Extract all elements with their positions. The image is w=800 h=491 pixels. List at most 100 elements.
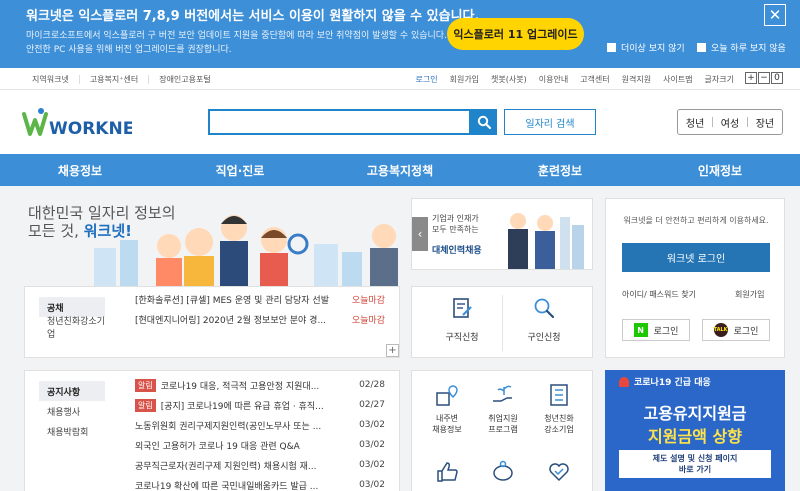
siren-icon bbox=[619, 376, 629, 387]
worknet-logo[interactable]: WORKNET bbox=[22, 106, 146, 140]
target-youth[interactable]: 청년 bbox=[686, 115, 704, 130]
nav-training[interactable]: 훈련정보 bbox=[480, 154, 640, 186]
font-decrease-button[interactable]: − bbox=[758, 72, 770, 84]
hire-apply-label: 구인신청 bbox=[527, 333, 561, 343]
link-employment-welfare-center[interactable]: 고용복지⁺센터 bbox=[80, 74, 150, 84]
close-icon[interactable]: ✕ bbox=[764, 4, 786, 26]
notice-row[interactable]: 외국인 고용허가 코로나 19 대응 관련 Q&A 03/02 bbox=[135, 435, 385, 455]
notice-row[interactable]: 노동위원회 권리구제지원인력(공인노무사 또는 ... 03/02 bbox=[135, 415, 385, 435]
hand-sprout-icon bbox=[493, 385, 512, 402]
login-panel: 워크넷을 더 안전하고 편리하게 이용하세요. 워크넷 로그인 아이디/ 패스워… bbox=[605, 198, 785, 358]
tab-youth-friendly[interactable]: 청년친화강소기업 bbox=[39, 317, 105, 340]
notice-row[interactable]: 코로나19 확산에 따른 국민내일배움카드 발급 ... 03/02 bbox=[135, 475, 385, 491]
ie-upgrade-button[interactable]: 익스플로러 11 업그레이드 bbox=[447, 18, 584, 50]
chevron-left-icon[interactable]: ‹ bbox=[412, 217, 428, 251]
service-employment-programs[interactable]: 취업지원 프로그램 bbox=[476, 383, 530, 435]
join-link[interactable]: 회원가입 bbox=[735, 289, 764, 300]
font-increase-button[interactable]: + bbox=[745, 72, 757, 84]
member-links: 로그인 회원가입 챗봇(사봇) 이용안내 고객센터 원격지원 사이트맵 글자크기 bbox=[410, 68, 741, 90]
link-remote-support[interactable]: 원격지원 bbox=[616, 74, 657, 85]
notice-title[interactable]: 공무직근로자(권리구제 지원인력) 채용시험 재... bbox=[135, 459, 347, 472]
promo-banner[interactable]: ‹ 기업과 인재가 모두 만족하는 대체인력채용 bbox=[411, 198, 593, 270]
notice-description: 마이크로소프트에서 익스플로러 구 버전 보안 업데이트 지원을 중단함에 따라… bbox=[26, 29, 447, 57]
covid-banner[interactable]: 코로나19 긴급 대응 고용유지지원금 지원금액 상향 제도 설명 및 신청 페… bbox=[605, 370, 785, 491]
service-youth-companies[interactable]: 청년친화 강소기업 bbox=[532, 383, 586, 435]
notice-date: 02/27 bbox=[359, 400, 385, 410]
heart-check-icon bbox=[549, 463, 569, 482]
link-guide[interactable]: 이용안내 bbox=[533, 74, 574, 85]
recruit-title[interactable]: [현대엔지니어링] 2020년 2월 정보보안 분야 경... bbox=[135, 313, 341, 326]
notice-title: 워크넷은 익스플로러 7,8,9 버전에서는 서비스 이용이 원활하지 않을 수… bbox=[26, 9, 480, 24]
notice-date: 03/02 bbox=[359, 480, 385, 490]
service-label: 프로그램 bbox=[488, 425, 518, 434]
more-button[interactable]: + bbox=[386, 344, 399, 357]
no-more-checkbox[interactable]: 더이상 보지 않기 bbox=[607, 41, 685, 54]
nav-welfare-policy[interactable]: 고용복지정책 bbox=[320, 154, 480, 186]
search-button[interactable] bbox=[471, 109, 497, 135]
job-search-button[interactable]: 일자리 검색 bbox=[504, 109, 596, 135]
apply-panel: 구직신청 구인신청 bbox=[411, 286, 593, 358]
search-icon bbox=[477, 115, 491, 129]
link-chatbot[interactable]: 챗봇(사봇) bbox=[485, 74, 533, 85]
naver-icon: N bbox=[633, 323, 648, 337]
service-nearby-jobs[interactable]: 내주변 채용정보 bbox=[420, 383, 474, 435]
notice-date: 02/28 bbox=[359, 380, 385, 390]
services-panel: 내주변 채용정보 취업지원 프로그램 청년친화 강소기업 bbox=[411, 370, 593, 491]
notice-title[interactable]: 외국인 고용허가 코로나 19 대응 관련 Q&A bbox=[135, 439, 347, 452]
recruit-row[interactable]: [현대엔지니어링] 2020년 2월 정보보안 분야 경... 오늘마감 bbox=[135, 309, 385, 329]
covid-link-box[interactable]: 제도 설명 및 신청 페이지 바로 가기 bbox=[619, 450, 771, 478]
covid-header: 코로나19 긴급 대응 bbox=[619, 375, 711, 388]
notice-title[interactable]: 코로나19 대응, 적극적 고용안정 지원대... bbox=[161, 379, 347, 392]
form-pencil-icon bbox=[453, 298, 472, 318]
notice-row[interactable]: 알림 [공지] 코로나19에 따른 유급 휴업 · 휴직... 02/27 bbox=[135, 395, 385, 415]
font-size-label: 글자크기 bbox=[704, 74, 734, 84]
tab-notices[interactable]: 공지사항 bbox=[39, 381, 105, 401]
link-login[interactable]: 로그인 bbox=[410, 74, 444, 85]
nav-recruitment[interactable]: 채용정보 bbox=[0, 154, 160, 186]
job-apply-button[interactable]: 구직신청 bbox=[432, 297, 492, 344]
font-reset-button[interactable]: 0 bbox=[771, 72, 783, 84]
nav-career[interactable]: 직업·진로 bbox=[160, 154, 320, 186]
notice-title[interactable]: 코로나19 확산에 따른 국민내일배움카드 발급 ... bbox=[135, 479, 347, 491]
covid-title1: 고용유지지원금 bbox=[643, 404, 747, 423]
kakao-login-button[interactable]: TALK 로그인 bbox=[702, 319, 770, 341]
deadline-badge: 오늘마감 bbox=[351, 315, 385, 326]
today-hide-checkbox[interactable]: 오늘 하루 보지 않음 bbox=[697, 41, 786, 54]
naver-login-button[interactable]: N 로그인 bbox=[622, 319, 690, 341]
checkbox-box[interactable] bbox=[697, 43, 706, 52]
ie-notice-banner: 워크넷은 익스플로러 7,8,9 버전에서는 서비스 이용이 원활하지 않을 수… bbox=[0, 0, 800, 68]
target-women[interactable]: 여성 bbox=[721, 115, 739, 130]
notice-row[interactable]: 공무직근로자(권리구제 지원인력) 채용시험 재... 03/02 bbox=[135, 455, 385, 475]
naver-login-label: 로그인 bbox=[653, 326, 679, 337]
map-pin-building-icon bbox=[436, 385, 458, 406]
no-more-label: 더이상 보지 않기 bbox=[621, 44, 685, 54]
deadline-badge: 오늘마감 bbox=[351, 295, 385, 306]
link-customer-center[interactable]: 고객센터 bbox=[574, 74, 615, 85]
checkbox-box[interactable] bbox=[607, 43, 616, 52]
site-header: WORKNET 일자리 검색 청년 여성 장년 bbox=[0, 90, 800, 154]
find-id-password-link[interactable]: 아이디/ 패스워드 찾기 bbox=[622, 289, 696, 300]
magnifier-icon bbox=[534, 298, 555, 319]
link-regional-worknet[interactable]: 지역워크넷 bbox=[24, 74, 80, 84]
tab-job-fair[interactable]: 채용박람회 bbox=[39, 421, 105, 441]
notice-title[interactable]: 노동위원회 권리구제지원인력(공인노무사 또는 ... bbox=[135, 419, 347, 432]
worknet-logo-icon: WORKNET bbox=[22, 108, 146, 139]
recruit-title[interactable]: [한화솔루션] [큐셀] MES 운영 및 관리 담당자 선발 bbox=[135, 293, 341, 306]
banner-illustration bbox=[508, 213, 584, 269]
link-sitemap[interactable]: 사이트맵 bbox=[657, 74, 698, 85]
covid-header-text: 코로나19 긴급 대응 bbox=[634, 378, 711, 388]
nav-talent[interactable]: 인재정보 bbox=[640, 154, 800, 186]
notice-row[interactable]: 알림 코로나19 대응, 적극적 고용안정 지원대... 02/28 bbox=[135, 375, 385, 395]
link-disabled-employment-portal[interactable]: 장애인고용포털 bbox=[149, 75, 221, 84]
recruit-list: [한화솔루션] [큐셀] MES 운영 및 관리 담당자 선발 오늘마감 [현대… bbox=[135, 289, 385, 329]
target-senior[interactable]: 장년 bbox=[756, 115, 774, 130]
search-input[interactable] bbox=[208, 109, 471, 135]
service-label: 채용정보 bbox=[432, 425, 462, 434]
hire-apply-button[interactable]: 구인신청 bbox=[514, 297, 574, 344]
worknet-login-button[interactable]: 워크넷 로그인 bbox=[622, 243, 770, 272]
link-join[interactable]: 회원가입 bbox=[444, 74, 485, 85]
notice-tabs: 공지사항 채용행사 채용박람회 bbox=[39, 381, 105, 441]
recruit-row[interactable]: [한화솔루션] [큐셀] MES 운영 및 관리 담당자 선발 오늘마감 bbox=[135, 289, 385, 309]
tab-recruit-events[interactable]: 채용행사 bbox=[39, 401, 105, 421]
notice-title[interactable]: [공지] 코로나19에 따른 유급 휴업 · 휴직... bbox=[161, 399, 347, 412]
